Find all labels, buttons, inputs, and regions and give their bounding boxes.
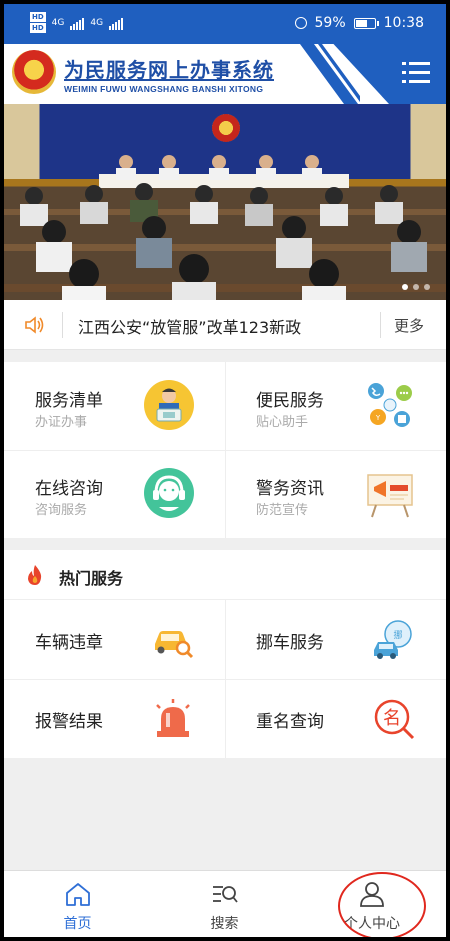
flame-icon	[28, 565, 42, 585]
status-right: 59% 10:38	[294, 15, 424, 31]
alarm-icon	[294, 17, 307, 29]
battery-icon	[353, 17, 379, 29]
name-search-icon: 名	[374, 699, 415, 740]
service-item-convenience[interactable]: 便民服务 贴心助手 Y	[225, 362, 446, 450]
headset-agent-icon	[144, 468, 194, 518]
hamburger-menu-icon	[402, 62, 430, 83]
network-indicators: HD HD 4G 4G	[30, 12, 124, 33]
tab-label: 首页	[63, 916, 92, 932]
carousel-indicator	[402, 284, 430, 290]
hot-services-title: 热门服务	[59, 569, 124, 588]
service-item-checklist[interactable]: 服务清单 办证办事	[4, 362, 225, 450]
car-move-icon: 挪	[374, 620, 412, 659]
hot-services-header: 热门服务	[4, 550, 446, 600]
tab-home[interactable]: 首页	[4, 871, 151, 937]
clerk-icon	[144, 380, 194, 430]
megaphone-board-icon	[367, 474, 413, 518]
hd-badge-top: HD	[30, 12, 46, 22]
carousel-dot[interactable]	[402, 284, 408, 290]
app-subtitle: WEIMIN FUWU WANGSHANG BANSHI XITONG	[64, 84, 264, 94]
clock: 10:38	[383, 15, 424, 31]
hot-item-label: 报警结果	[35, 712, 103, 732]
annotation-circle	[338, 872, 426, 937]
svg-text:Y: Y	[375, 414, 381, 422]
police-emblem-logo	[12, 50, 56, 94]
app-screen: HD HD 4G 4G 59% 10:38 为民服务网上办事系统 WEIMIN …	[4, 4, 446, 937]
news-more-link[interactable]: 更多	[394, 315, 424, 336]
svg-text:名: 名	[383, 708, 401, 729]
service-item-police-news[interactable]: 警务资讯 防范宣传	[225, 450, 446, 538]
menu-button[interactable]	[402, 58, 430, 88]
hot-services-section: 热门服务 车辆违章 挪车服务 挪 报警结果 重名查询 名	[4, 550, 446, 758]
news-ticker[interactable]: 江西公安“放管服”改革123新政 更多	[4, 300, 446, 350]
hot-item-name-query[interactable]: 重名查询 名	[225, 679, 446, 758]
hot-item-label: 重名查询	[256, 712, 324, 732]
svg-text:挪: 挪	[393, 629, 402, 641]
signal-icon	[109, 16, 124, 30]
hot-item-label: 车辆违章	[35, 633, 103, 653]
hd-badge-bottom: HD	[30, 23, 46, 33]
header-stripe-decoration	[300, 44, 360, 104]
service-grid: 服务清单 办证办事 便民服务 贴心助手 Y 在线咨询 咨询服务 警务资讯 防范宣…	[4, 362, 446, 538]
hot-item-violation[interactable]: 车辆违章	[4, 600, 225, 679]
service-subtitle: 贴心助手	[256, 415, 309, 430]
battery-percent: 59%	[314, 15, 346, 31]
siren-icon	[156, 699, 190, 737]
service-subtitle: 办证办事	[35, 415, 88, 430]
carousel-dot[interactable]	[413, 284, 419, 290]
carousel-dot[interactable]	[424, 284, 430, 290]
service-subtitle: 咨询服务	[35, 503, 88, 518]
search-icon	[212, 886, 238, 903]
tab-search[interactable]: 搜索	[151, 871, 298, 937]
service-subtitle: 防范宣传	[256, 503, 309, 518]
banner-carousel[interactable]	[4, 104, 446, 300]
network-type-1: 4G	[51, 17, 65, 28]
signal-icon	[70, 16, 85, 30]
status-bar: HD HD 4G 4G 59% 10:38	[4, 4, 446, 44]
network-type-2: 4G	[90, 17, 104, 28]
convenience-services-icon: Y	[368, 383, 412, 427]
service-title: 在线咨询	[35, 479, 103, 499]
service-title: 警务资讯	[256, 479, 324, 499]
speaker-icon	[25, 316, 44, 334]
news-headline[interactable]: 江西公安“放管服”改革123新政	[78, 314, 301, 338]
tab-label: 搜索	[210, 916, 239, 932]
hot-item-label: 挪车服务	[256, 633, 324, 653]
service-title: 便民服务	[256, 391, 324, 411]
home-icon	[65, 883, 90, 906]
app-header: 为民服务网上办事系统 WEIMIN FUWU WANGSHANG BANSHI …	[4, 44, 446, 104]
service-title: 服务清单	[35, 391, 103, 411]
hot-item-move-car[interactable]: 挪车服务 挪	[225, 600, 446, 679]
service-item-consult[interactable]: 在线咨询 咨询服务	[4, 450, 225, 538]
meeting-photo	[4, 155, 446, 300]
hot-item-alarm-result[interactable]: 报警结果	[4, 679, 225, 758]
car-search-icon	[155, 631, 194, 659]
